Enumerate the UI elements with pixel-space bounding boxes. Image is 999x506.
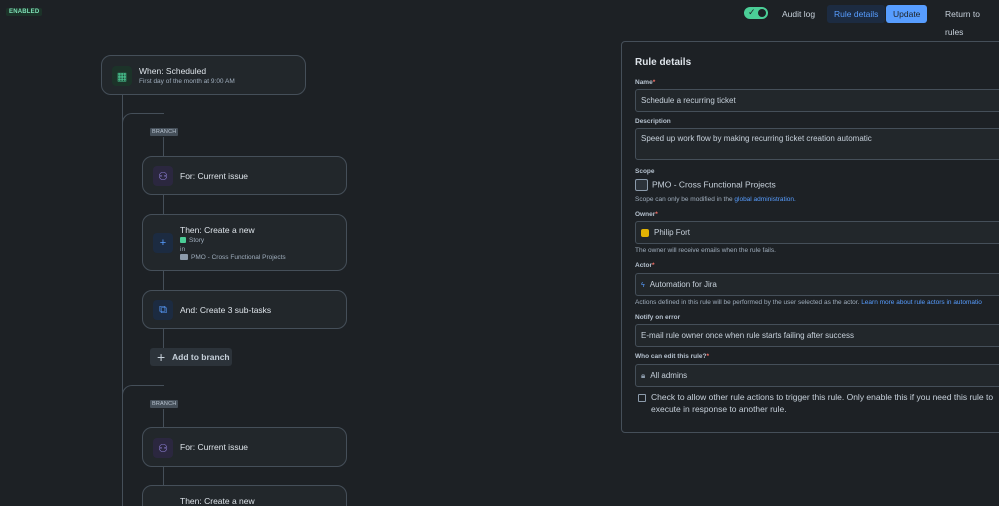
card-title: For: Current issue <box>180 442 249 452</box>
edit-permission-field[interactable]: 🔒︎ All admins <box>635 364 999 387</box>
create-issue-card[interactable]: + Then: Create a new Story in PMO - Cros… <box>142 214 347 271</box>
trigger-card[interactable]: ▦ When: Scheduled First day of the month… <box>101 55 306 95</box>
actor-field[interactable]: ϟ Automation for Jira <box>635 273 999 296</box>
plus-icon: + <box>153 233 173 253</box>
rule-details-button[interactable]: Rule details <box>827 5 886 23</box>
card-title: And: Create 3 sub-tasks <box>180 305 272 315</box>
subtasks-icon: ⧉ <box>153 300 173 320</box>
for-current-issue-card[interactable]: ⚇ For: Current issue <box>142 156 347 195</box>
branch-icon: ⚇ <box>153 438 173 458</box>
learn-more-link[interactable]: Learn more about rule actors in automati… <box>861 299 982 306</box>
for-current-issue-card[interactable]: ⚇ For: Current issue <box>142 427 347 467</box>
check-icon: ✓ <box>748 7 756 17</box>
add-to-branch-button[interactable]: + Add to branch <box>150 348 232 366</box>
name-label: Name* <box>635 79 656 86</box>
audit-log-button[interactable]: Audit log <box>775 5 822 23</box>
global-administration-link[interactable]: global administration. <box>734 196 795 203</box>
scope-value: PMO - Cross Functional Projects <box>635 179 776 191</box>
actor-help: Actions defined in this rule will be per… <box>635 299 982 306</box>
branch-label: BRANCH <box>150 400 179 408</box>
name-field[interactable]: Schedule a recurring ticket <box>635 89 999 112</box>
owner-field[interactable]: Philip Fort <box>635 221 999 244</box>
notify-label: Notify on error <box>635 314 681 321</box>
status-badge: ENABLED <box>6 8 43 16</box>
update-button[interactable]: Update <box>886 5 928 23</box>
scope-label: Scope <box>635 168 655 175</box>
story-icon <box>180 237 186 244</box>
issue-type: Story <box>180 237 204 244</box>
project-icon <box>635 179 648 191</box>
scope-help: Scope can only be modified in the global… <box>635 196 796 203</box>
owner-help: The owner will receive emails when the r… <box>635 247 776 254</box>
edit-label: Who can edit this rule?* <box>635 353 710 360</box>
in-label: in <box>180 246 186 253</box>
card-title: Then: Create a new <box>180 496 255 506</box>
card-title: Then: Create a new <box>180 225 255 235</box>
actor-label: Actor* <box>635 262 655 269</box>
project-icon <box>180 254 188 261</box>
notify-select[interactable]: E-mail rule owner once when rule starts … <box>635 324 999 347</box>
panel-title: Rule details <box>635 57 692 68</box>
avatar <box>641 228 649 237</box>
project-name: PMO - Cross Functional Projects <box>180 254 286 261</box>
trigger-title: When: Scheduled <box>139 66 207 76</box>
return-to-rules-button[interactable]: Return to rules <box>938 5 999 37</box>
calendar-icon: ▦ <box>112 66 132 86</box>
plus-icon: + <box>157 349 166 365</box>
automation-icon: ϟ <box>641 282 645 289</box>
create-subtasks-card[interactable]: ⧉ And: Create 3 sub-tasks <box>142 290 347 329</box>
owner-label: Owner* <box>635 211 658 218</box>
allow-trigger-label: Check to allow other rule actions to tri… <box>651 392 994 414</box>
description-field[interactable]: Speed up work flow by making recurring t… <box>635 128 999 160</box>
enable-toggle[interactable]: ✓ <box>744 7 768 19</box>
branch-icon: ⚇ <box>153 166 173 186</box>
allow-trigger-checkbox[interactable] <box>638 394 646 402</box>
lock-icon: 🔒︎ <box>641 371 646 380</box>
description-label: Description <box>635 118 671 125</box>
card-title: For: Current issue <box>180 171 249 181</box>
branch-label: BRANCH <box>150 128 179 136</box>
create-issue-card[interactable]: Then: Create a new <box>142 485 347 506</box>
trigger-subtitle: First day of the month at 9:00 AM <box>139 78 235 85</box>
